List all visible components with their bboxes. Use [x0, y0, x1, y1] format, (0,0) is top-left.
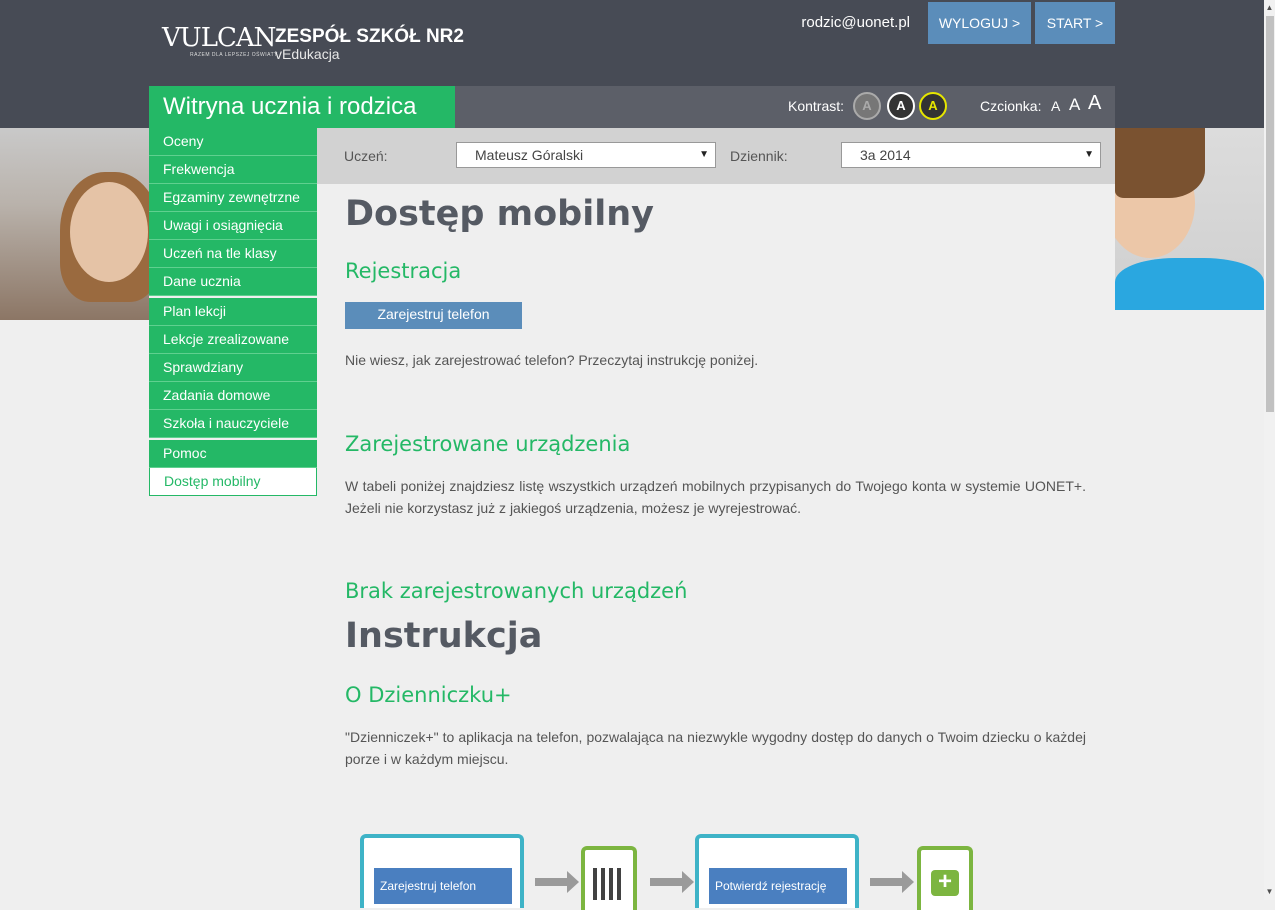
registration-heading: Rejestracja	[345, 259, 462, 283]
registration-help-text: Nie wiesz, jak zarejestrować telefon? Pr…	[345, 352, 759, 368]
sidebar-item-uwagi[interactable]: Uwagi i osiągnięcia	[149, 212, 317, 240]
instruction-title: Instrukcja	[345, 616, 543, 656]
school-name: ZESPÓŁ SZKÓŁ NR2	[275, 26, 464, 47]
contrast-label: Kontrast:	[788, 98, 845, 114]
student-select[interactable]: Mateusz Góralski ▼	[456, 142, 716, 168]
font-size-small-button[interactable]: A	[1051, 98, 1060, 114]
font-size-medium-button[interactable]: A	[1069, 95, 1080, 115]
plus-icon: +	[931, 870, 959, 896]
illustration-confirm-label: Potwierdź rejestrację	[715, 879, 827, 893]
font-size-large-button[interactable]: A	[1088, 92, 1101, 115]
phone-plus-step: +	[917, 846, 973, 910]
tablet-step-3: Potwierdź rejestrację	[695, 834, 859, 908]
photo-face	[70, 182, 148, 282]
sidebar-item-zadania-domowe[interactable]: Zadania domowe	[149, 382, 317, 410]
student-photo-girl	[0, 128, 149, 320]
arrow-right-icon	[535, 871, 579, 893]
font-size-label: Czcionka:	[980, 98, 1042, 114]
devices-heading: Zarejestrowane urządzenia	[345, 432, 631, 456]
student-select-value: Mateusz Góralski	[475, 147, 584, 163]
contrast-yellow-button[interactable]: A	[919, 92, 947, 120]
contrast-white-button[interactable]: A	[887, 92, 915, 120]
logo-tagline: RAZEM DLA LEPSZEJ OŚWIATY	[190, 52, 278, 58]
sidebar-menu: Oceny Frekwencja Egzaminy zewnętrzne Uwa…	[149, 128, 317, 496]
scrollbar-thumb[interactable]	[1266, 16, 1274, 412]
logout-button[interactable]: WYLOGUJ >	[928, 2, 1031, 44]
sidebar-item-oceny[interactable]: Oceny	[149, 128, 317, 156]
student-label: Uczeń:	[344, 148, 388, 164]
start-button[interactable]: START >	[1035, 2, 1115, 44]
sidebar-item-lekcje-zrealizowane[interactable]: Lekcje zrealizowane	[149, 326, 317, 354]
qr-code-icon	[593, 868, 625, 900]
sidebar-item-frekwencja[interactable]: Frekwencja	[149, 156, 317, 184]
sidebar-item-dostep-mobilny[interactable]: Dostęp mobilny	[149, 468, 317, 496]
page-title: Dostęp mobilny	[345, 194, 654, 234]
journal-select-value: 3a 2014	[860, 147, 911, 163]
sidebar-item-pomoc[interactable]: Pomoc	[149, 440, 317, 468]
about-text: "Dzienniczek+" to aplikacja na telefon, …	[345, 729, 1086, 767]
user-email: rodzic@uonet.pl	[801, 14, 910, 31]
photo-hair	[1115, 128, 1205, 198]
instruction-illustration: Zarejestruj telefon Potwierdź rejestracj…	[345, 830, 985, 910]
about-heading: O Dzienniczku+	[345, 683, 512, 707]
sidebar-item-plan-lekcji[interactable]: Plan lekcji	[149, 298, 317, 326]
devices-description: W tabeli poniżej znajdziesz listę wszyst…	[345, 478, 1086, 516]
school-info: ZESPÓŁ SZKÓŁ NR2 vEdukacja	[275, 26, 464, 62]
scroll-down-icon[interactable]: ▼	[1264, 886, 1275, 897]
accessibility-bar: Kontrast: A A A Czcionka: A A A	[455, 86, 1115, 128]
tablet-step-1: Zarejestruj telefon	[360, 834, 524, 908]
sidebar-item-sprawdziany[interactable]: Sprawdziany	[149, 354, 317, 382]
illustration-register-button: Zarejestruj telefon	[374, 868, 512, 904]
illustration-register-label: Zarejestruj telefon	[380, 879, 477, 893]
sidebar-item-szkola-nauczyciele[interactable]: Szkoła i nauczyciele	[149, 410, 317, 438]
school-subtitle: vEdukacja	[275, 46, 340, 62]
no-devices-heading: Brak zarejestrowanych urządzeń	[345, 579, 688, 603]
journal-select[interactable]: 3a 2014 ▼	[841, 142, 1101, 168]
sidebar-item-dane-ucznia[interactable]: Dane ucznia	[149, 268, 317, 296]
illustration-confirm-button: Potwierdź rejestrację	[709, 868, 847, 904]
journal-label: Dziennik:	[730, 148, 788, 164]
student-photo-boy	[1115, 128, 1264, 310]
filter-bar: Uczeń: Mateusz Góralski ▼ Dziennik: 3a 2…	[317, 128, 1115, 184]
sidebar-item-uczen-na-tle-klasy[interactable]: Uczeń na tle klasy	[149, 240, 317, 268]
sidebar-item-egzaminy[interactable]: Egzaminy zewnętrzne	[149, 184, 317, 212]
register-phone-button[interactable]: Zarejestruj telefon	[345, 302, 522, 329]
contrast-default-button[interactable]: A	[853, 92, 881, 120]
photo-shirt	[1115, 258, 1264, 310]
phone-qr-step	[581, 846, 637, 910]
scroll-up-icon[interactable]: ▲	[1264, 2, 1275, 13]
vulcan-logo[interactable]: VULCAN RAZEM DLA LEPSZEJ OŚWIATY	[162, 24, 278, 58]
logo-text: VULCAN	[162, 23, 276, 53]
site-title: Witryna ucznia i rodzica	[149, 86, 455, 128]
dropdown-arrow-icon: ▼	[1084, 149, 1094, 160]
arrow-right-icon	[870, 871, 914, 893]
dropdown-arrow-icon: ▼	[699, 149, 709, 160]
arrow-right-icon	[650, 871, 694, 893]
